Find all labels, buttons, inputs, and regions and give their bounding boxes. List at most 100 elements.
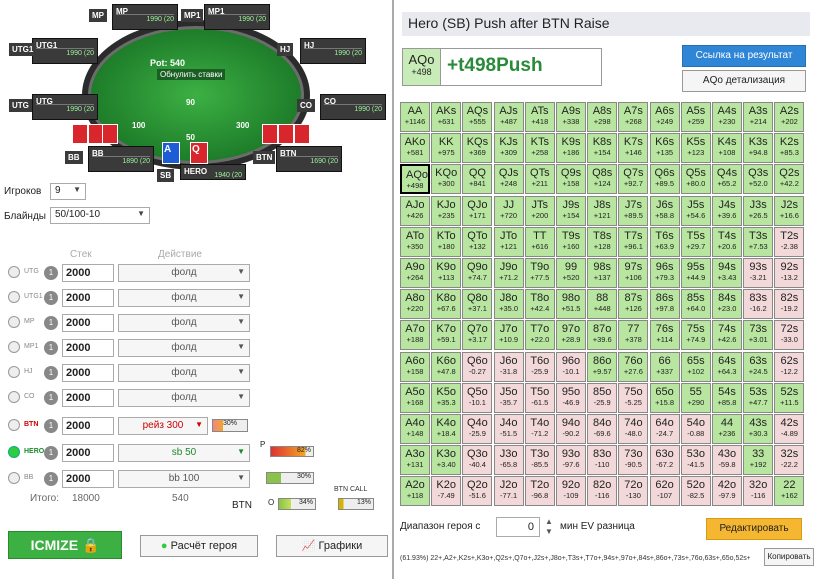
btn-call-pct-badge[interactable]: 13% — [338, 498, 374, 510]
select-radio[interactable] — [8, 266, 20, 278]
hand-cell-84s[interactable]: 84s +23.0 — [712, 289, 742, 320]
hand-cell-KQs[interactable]: KQs +369 — [462, 133, 493, 164]
hand-cell-ATs[interactable]: ATs +418 — [524, 102, 555, 132]
hand-cell-QTo[interactable]: QTo +132 — [462, 226, 493, 257]
hand-cell-A4o[interactable]: A4o +148 — [400, 414, 430, 444]
hand-cell-83o[interactable]: 83o -110 — [587, 445, 618, 476]
hand-cell-AQo[interactable]: AQo +498 — [400, 164, 430, 195]
hand-cell-Q8o[interactable]: Q8o +37.1 — [462, 289, 493, 320]
hand-cell-77[interactable]: 77 +378 — [618, 320, 649, 351]
seat-hero[interactable]: SB HERO 1940 (20 — [157, 164, 246, 182]
charts-button[interactable]: 📈 Графики — [276, 535, 388, 557]
hand-cell-ATo[interactable]: ATo +350 — [400, 226, 430, 257]
hand-cell-T5o[interactable]: T5o -61.5 — [524, 382, 555, 413]
hand-cell-Q4s[interactable]: Q4s +65.2 — [712, 164, 742, 195]
hand-cell-62s[interactable]: 62s -12.2 — [774, 351, 805, 382]
other-pct-badge[interactable]: 34% — [278, 498, 316, 510]
hand-cell-22[interactable]: 22 +162 — [774, 476, 805, 507]
hand-cell-T9s[interactable]: T9s +160 — [556, 226, 586, 257]
hand-cell-KTs[interactable]: KTs +258 — [524, 133, 555, 164]
stack-input[interactable]: 2000 — [62, 339, 114, 357]
hand-cell-97o[interactable]: 97o +28.9 — [556, 320, 586, 351]
hand-cell-T6o[interactable]: T6o -25.9 — [524, 351, 555, 382]
seat-mp[interactable]: MP MP 1990 (20 — [89, 4, 178, 30]
hand-cell-T3s[interactable]: T3s +7.53 — [743, 226, 774, 257]
blinds-select[interactable]: 50/100-10 ▼ — [50, 207, 150, 224]
hand-cell-QJo[interactable]: QJo +171 — [462, 195, 493, 226]
hand-cell-T8s[interactable]: T8s +128 — [587, 226, 618, 257]
hand-cell-J5o[interactable]: J5o -35.7 — [493, 382, 524, 413]
hand-cell-QTs[interactable]: QTs +211 — [524, 164, 555, 195]
hand-cell-K5o[interactable]: K5o +35.3 — [431, 382, 462, 413]
hand-cell-KJo[interactable]: KJo +235 — [431, 195, 462, 226]
hand-cell-82o[interactable]: 82o -116 — [587, 476, 618, 507]
hand-cell-K2s[interactable]: K2s +85.3 — [774, 133, 805, 164]
hand-cell-82s[interactable]: 82s -19.2 — [774, 289, 805, 320]
hand-cell-64s[interactable]: 64s +64.3 — [712, 351, 742, 382]
hand-cell-A2s[interactable]: A2s +202 — [774, 102, 805, 132]
select-radio[interactable] — [8, 316, 20, 328]
hand-cell-T9o[interactable]: T9o +77.5 — [524, 258, 555, 288]
hand-cell-Q9o[interactable]: Q9o +74.7 — [462, 258, 493, 288]
action-select[interactable]: фолд ▼ — [118, 364, 250, 382]
hand-cell-55[interactable]: 55 +290 — [680, 382, 711, 413]
hand-cell-J8o[interactable]: J8o +35.0 — [493, 289, 524, 320]
hand-cell-K3o[interactable]: K3o +3.40 — [431, 445, 462, 476]
hand-cell-76s[interactable]: 76s +114 — [649, 320, 680, 351]
hand-cell-53o[interactable]: 53o -41.5 — [680, 445, 711, 476]
stack-input[interactable]: 2000 — [62, 364, 114, 382]
hand-cell-AJo[interactable]: AJo +426 — [400, 195, 430, 226]
hand-cell-Q7s[interactable]: Q7s +92.7 — [618, 164, 649, 195]
hand-cell-JTs[interactable]: JTs +200 — [524, 195, 555, 226]
hand-cell-A2o[interactable]: A2o +118 — [400, 476, 430, 507]
hand-cell-33[interactable]: 33 +192 — [743, 445, 774, 476]
hand-cell-KTo[interactable]: KTo +180 — [431, 226, 462, 257]
hand-cell-T5s[interactable]: T5s +29.7 — [680, 226, 711, 257]
hand-cell-99[interactable]: 99 +520 — [556, 258, 586, 288]
hand-cell-A3o[interactable]: A3o +131 — [400, 445, 430, 476]
edit-button[interactable]: Редактировать — [706, 518, 802, 540]
hand-cell-76o[interactable]: 76o +27.6 — [618, 351, 649, 382]
hand-cell-Q4o[interactable]: Q4o -25.9 — [462, 414, 493, 444]
hand-cell-K8o[interactable]: K8o +67.6 — [431, 289, 462, 320]
hand-cell-53s[interactable]: 53s +47.7 — [743, 382, 774, 413]
range-pct-badge[interactable]: 30% — [212, 419, 248, 432]
hand-cell-87o[interactable]: 87o +39.6 — [587, 320, 618, 351]
hand-cell-42o[interactable]: 42o -97.9 — [712, 476, 742, 507]
hand-cell-93o[interactable]: 93o -97.6 — [556, 445, 586, 476]
hand-cell-J2o[interactable]: J2o -77.1 — [493, 476, 524, 507]
reset-bets-button[interactable]: Обнулить ставки — [157, 69, 226, 80]
hand-cell-75s[interactable]: 75s +74.9 — [680, 320, 711, 351]
mid-pct-badge[interactable]: 30% — [266, 472, 314, 484]
hand-cell-T6s[interactable]: T6s +63.9 — [649, 226, 680, 257]
hand-cell-AQs[interactable]: AQs +555 — [462, 102, 493, 132]
hand-cell-65s[interactable]: 65s +102 — [680, 351, 711, 382]
hand-cell-74o[interactable]: 74o -48.0 — [618, 414, 649, 444]
hand-cell-T7s[interactable]: T7s +96.1 — [618, 226, 649, 257]
hand-cell-Q5o[interactable]: Q5o -10.1 — [462, 382, 493, 413]
hand-cell-A9o[interactable]: A9o +264 — [400, 258, 430, 288]
select-radio[interactable] — [8, 366, 20, 378]
hand-cell-Q3s[interactable]: Q3s +52.0 — [743, 164, 774, 195]
hand-cell-A9s[interactable]: A9s +338 — [556, 102, 586, 132]
seat-co[interactable]: CO CO 1990 (20 — [297, 94, 386, 120]
hand-cell-AJs[interactable]: AJs +487 — [493, 102, 524, 132]
hand-cell-JTo[interactable]: JTo +121 — [493, 226, 524, 257]
hand-cell-73o[interactable]: 73o -90.5 — [618, 445, 649, 476]
hand-cell-T2o[interactable]: T2o -96.8 — [524, 476, 555, 507]
hand-cell-32o[interactable]: 32o -116 — [743, 476, 774, 507]
push-pct-badge[interactable]: 82% — [270, 446, 314, 457]
hand-cell-J5s[interactable]: J5s +54.6 — [680, 195, 711, 226]
hand-cell-32s[interactable]: 32s -22.2 — [774, 445, 805, 476]
hand-cell-Q3o[interactable]: Q3o -40.4 — [462, 445, 493, 476]
hand-cell-TT[interactable]: TT +616 — [524, 226, 555, 257]
hand-cell-92s[interactable]: 92s -13.2 — [774, 258, 805, 288]
stack-input[interactable]: 2000 — [62, 389, 114, 407]
hand-cell-Q5s[interactable]: Q5s +80.0 — [680, 164, 711, 195]
hand-cell-95o[interactable]: 95o -46.9 — [556, 382, 586, 413]
hand-cell-A6o[interactable]: A6o +158 — [400, 351, 430, 382]
hand-cell-Q6s[interactable]: Q6s +89.5 — [649, 164, 680, 195]
players-select[interactable]: 9 ▼ — [50, 183, 86, 200]
action-select[interactable]: фолд ▼ — [118, 339, 250, 357]
seat-hj[interactable]: HJ HJ 1990 (20 — [277, 38, 366, 64]
